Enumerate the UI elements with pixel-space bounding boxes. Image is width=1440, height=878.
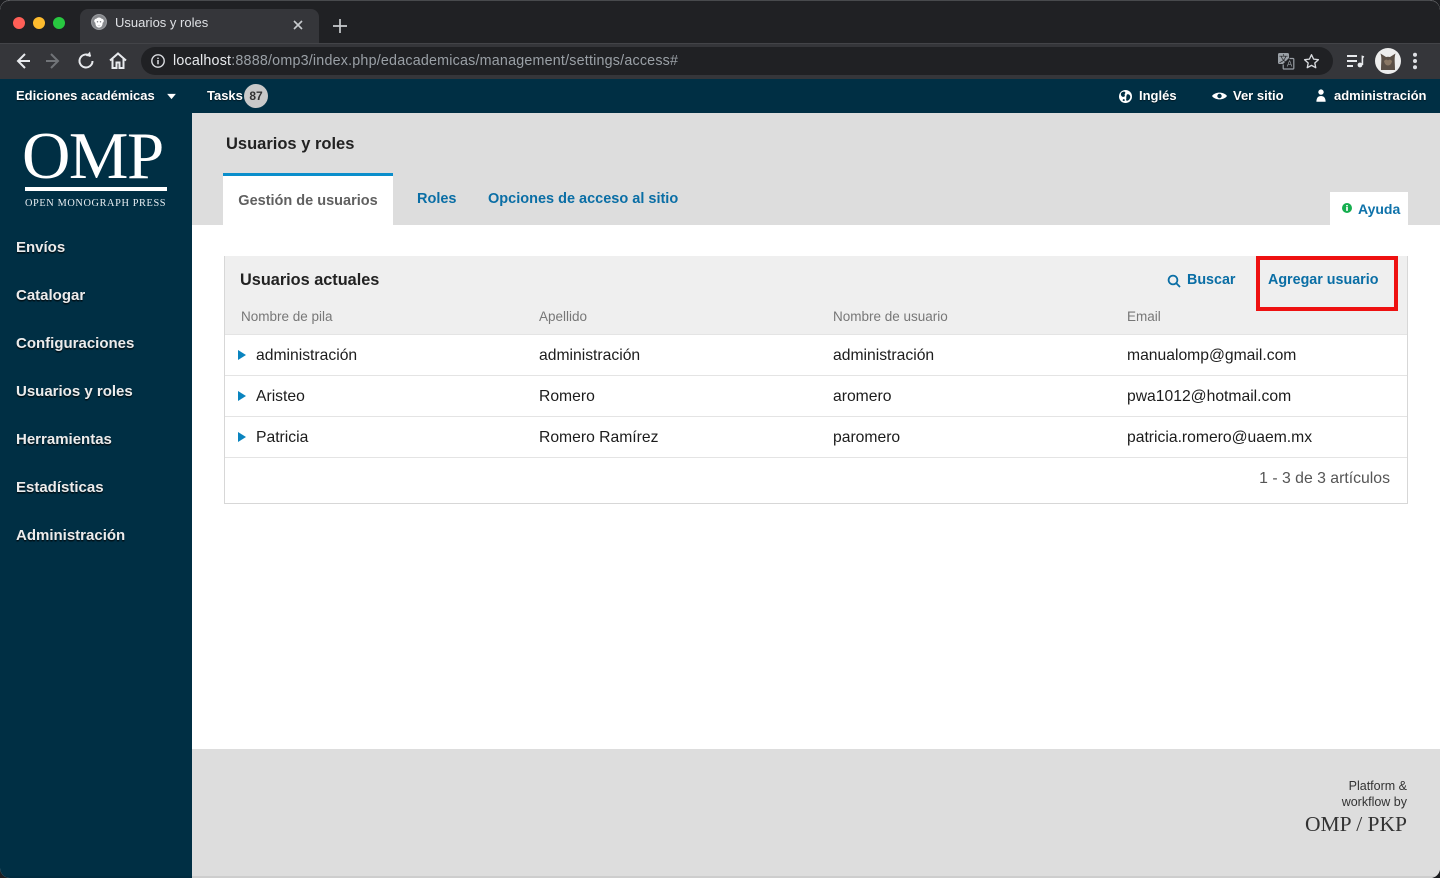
svg-text:A: A <box>1287 60 1293 69</box>
